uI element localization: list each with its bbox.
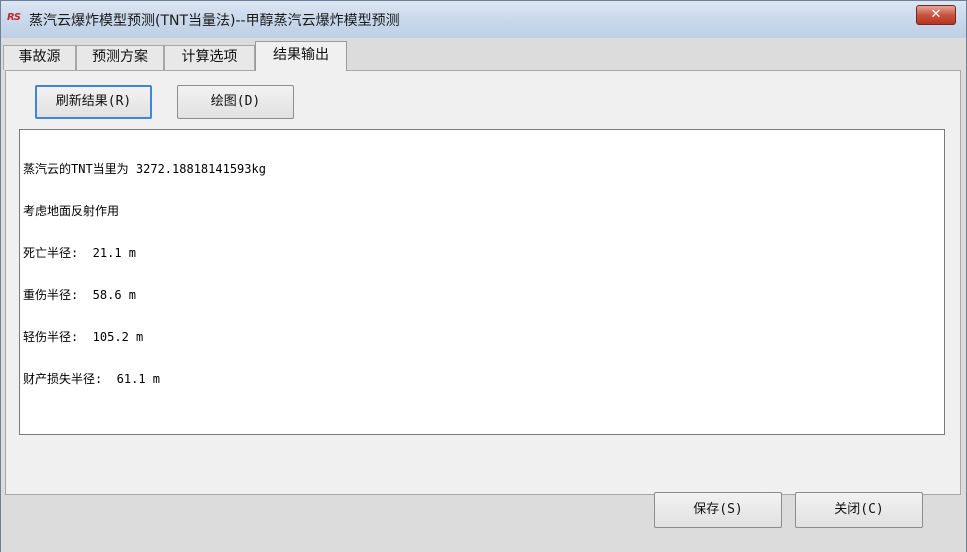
result-output-panel: 刷新结果(R) 绘图(D) 蒸汽云的TNT当里为 3272.1881814159… xyxy=(5,70,961,495)
output-line: 考虑地面反射作用 xyxy=(23,204,120,218)
tab-result-output[interactable]: 结果输出 xyxy=(255,41,347,71)
output-line: 蒸汽云的TNT当里为 3272.18818141593kg xyxy=(23,162,266,176)
plot-button[interactable]: 绘图(D) xyxy=(177,85,294,119)
dialog-window: RS 蒸汽云爆炸模型预测(TNT当量法)--甲醇蒸汽云爆炸模型预测 ✕ 事故源 … xyxy=(0,0,967,552)
tab-calculation-options[interactable]: 计算选项 xyxy=(164,45,255,70)
app-logo-icon: RS xyxy=(7,12,21,23)
tab-strip: 事故源 预测方案 计算选项 结果输出 xyxy=(1,41,961,71)
refresh-results-button[interactable]: 刷新结果(R) xyxy=(35,85,152,119)
output-line: 轻伤半径: 105.2 m xyxy=(23,330,144,344)
dialog-body: 事故源 预测方案 计算选项 结果输出 刷新结果(R) 绘图(D) 蒸汽云的TNT… xyxy=(1,38,966,552)
results-textarea[interactable]: 蒸汽云的TNT当里为 3272.18818141593kg 考虑地面反射作用 死… xyxy=(19,129,945,435)
window-title: 蒸汽云爆炸模型预测(TNT当量法)--甲醇蒸汽云爆炸模型预测 xyxy=(29,13,400,29)
save-button[interactable]: 保存(S) xyxy=(654,492,782,528)
output-line: 重伤半径: 58.6 m xyxy=(23,288,137,302)
title-bar[interactable]: RS 蒸汽云爆炸模型预测(TNT当量法)--甲醇蒸汽云爆炸模型预测 ✕ xyxy=(1,1,966,39)
close-icon: ✕ xyxy=(930,7,942,22)
tab-accident-source[interactable]: 事故源 xyxy=(3,45,76,70)
tab-prediction-scheme[interactable]: 预测方案 xyxy=(76,45,164,70)
output-line: 财产损失半径: 61.1 m xyxy=(23,372,161,386)
window-close-button[interactable]: ✕ xyxy=(916,5,956,25)
output-line: 死亡半径: 21.1 m xyxy=(23,246,137,260)
close-button[interactable]: 关闭(C) xyxy=(795,492,923,528)
